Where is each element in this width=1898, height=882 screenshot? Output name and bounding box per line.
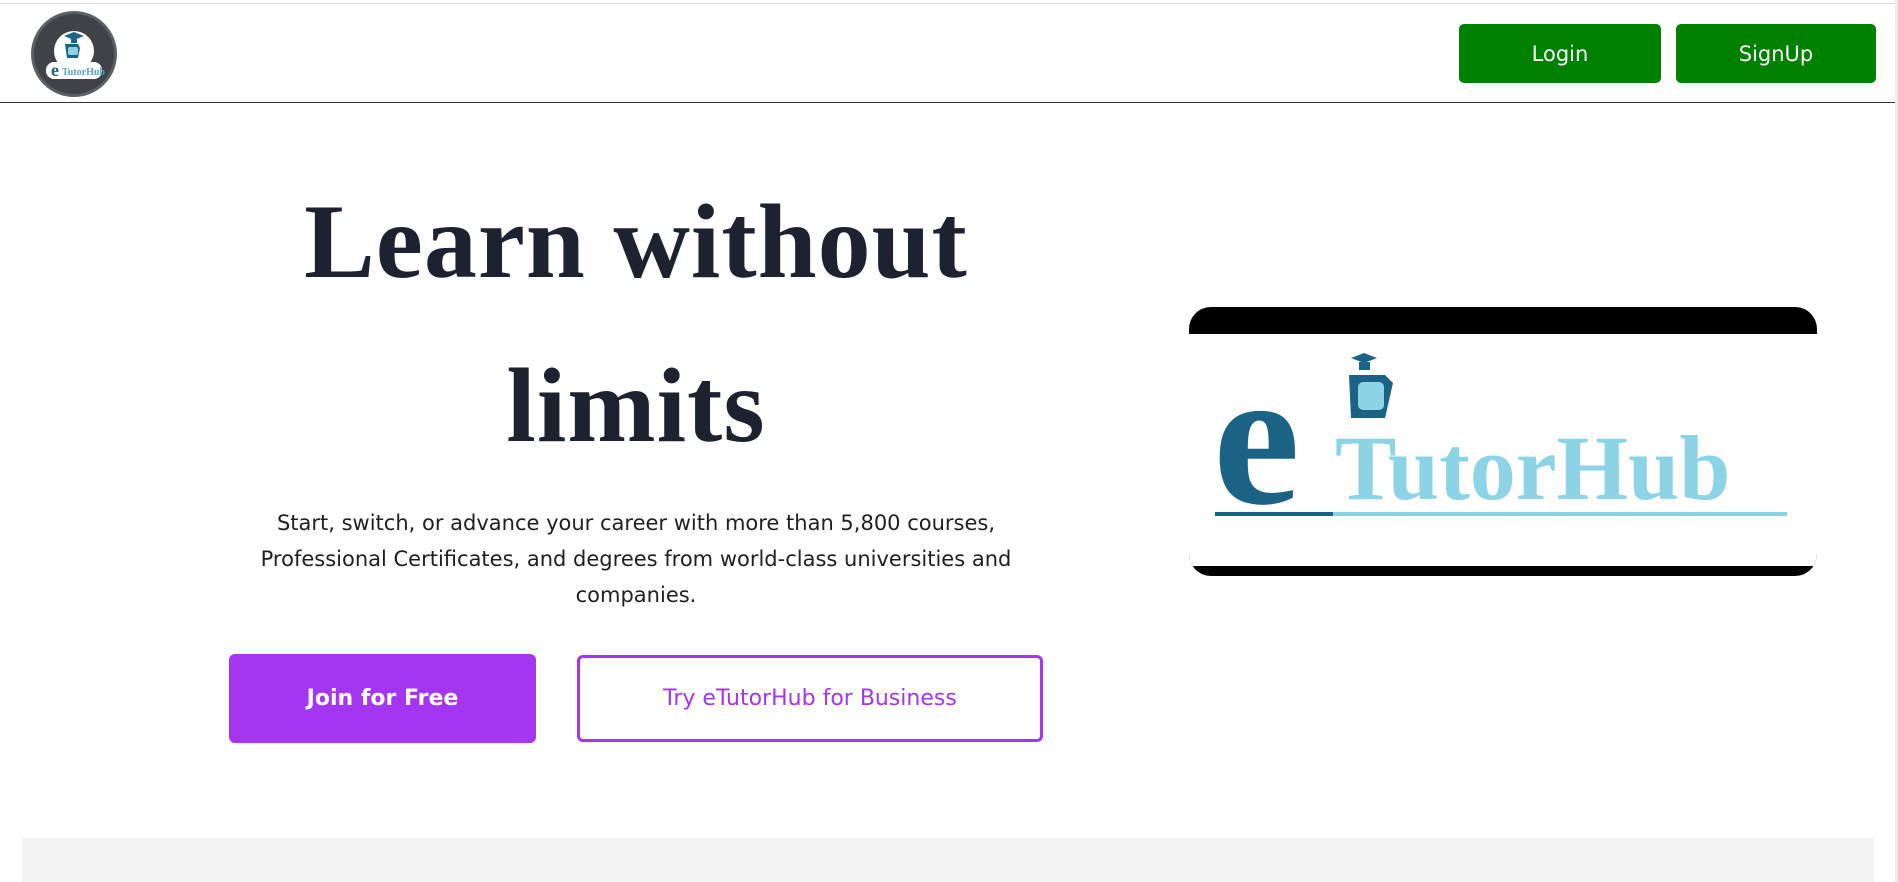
brand-logo-graphic: e TutorHub	[1213, 329, 1787, 546]
brand-image: e TutorHub	[1189, 307, 1817, 576]
hero-subtitle: Start, switch, or advance your career wi…	[260, 511, 1012, 607]
graduation-cap-icon	[1351, 353, 1377, 363]
logo-wordmark: TutorHub	[62, 67, 105, 78]
join-for-free-button[interactable]: Join for Free	[229, 654, 536, 743]
hero-title-line-1: Learn without	[304, 183, 968, 300]
etutorhub-logo-icon[interactable]: e TutorHub	[31, 11, 117, 97]
page: e TutorHub Login SignUp Learn without li…	[0, 0, 1898, 882]
brand-wordmark: TutorHub	[1335, 417, 1730, 519]
login-button[interactable]: Login	[1459, 24, 1661, 83]
try-business-button[interactable]: Try eTutorHub for Business	[577, 655, 1043, 742]
hero-title: Learn without limits	[195, 160, 1077, 488]
next-section-band	[22, 838, 1874, 882]
signup-button[interactable]: SignUp	[1676, 24, 1876, 83]
brand-image-panel: e TutorHub	[1189, 329, 1817, 566]
logo-letter-e: e	[51, 60, 59, 80]
site-header: e TutorHub Login SignUp	[0, 4, 1895, 103]
hero-title-line-2: limits	[506, 347, 766, 464]
logo-graphic: e TutorHub	[46, 31, 105, 80]
